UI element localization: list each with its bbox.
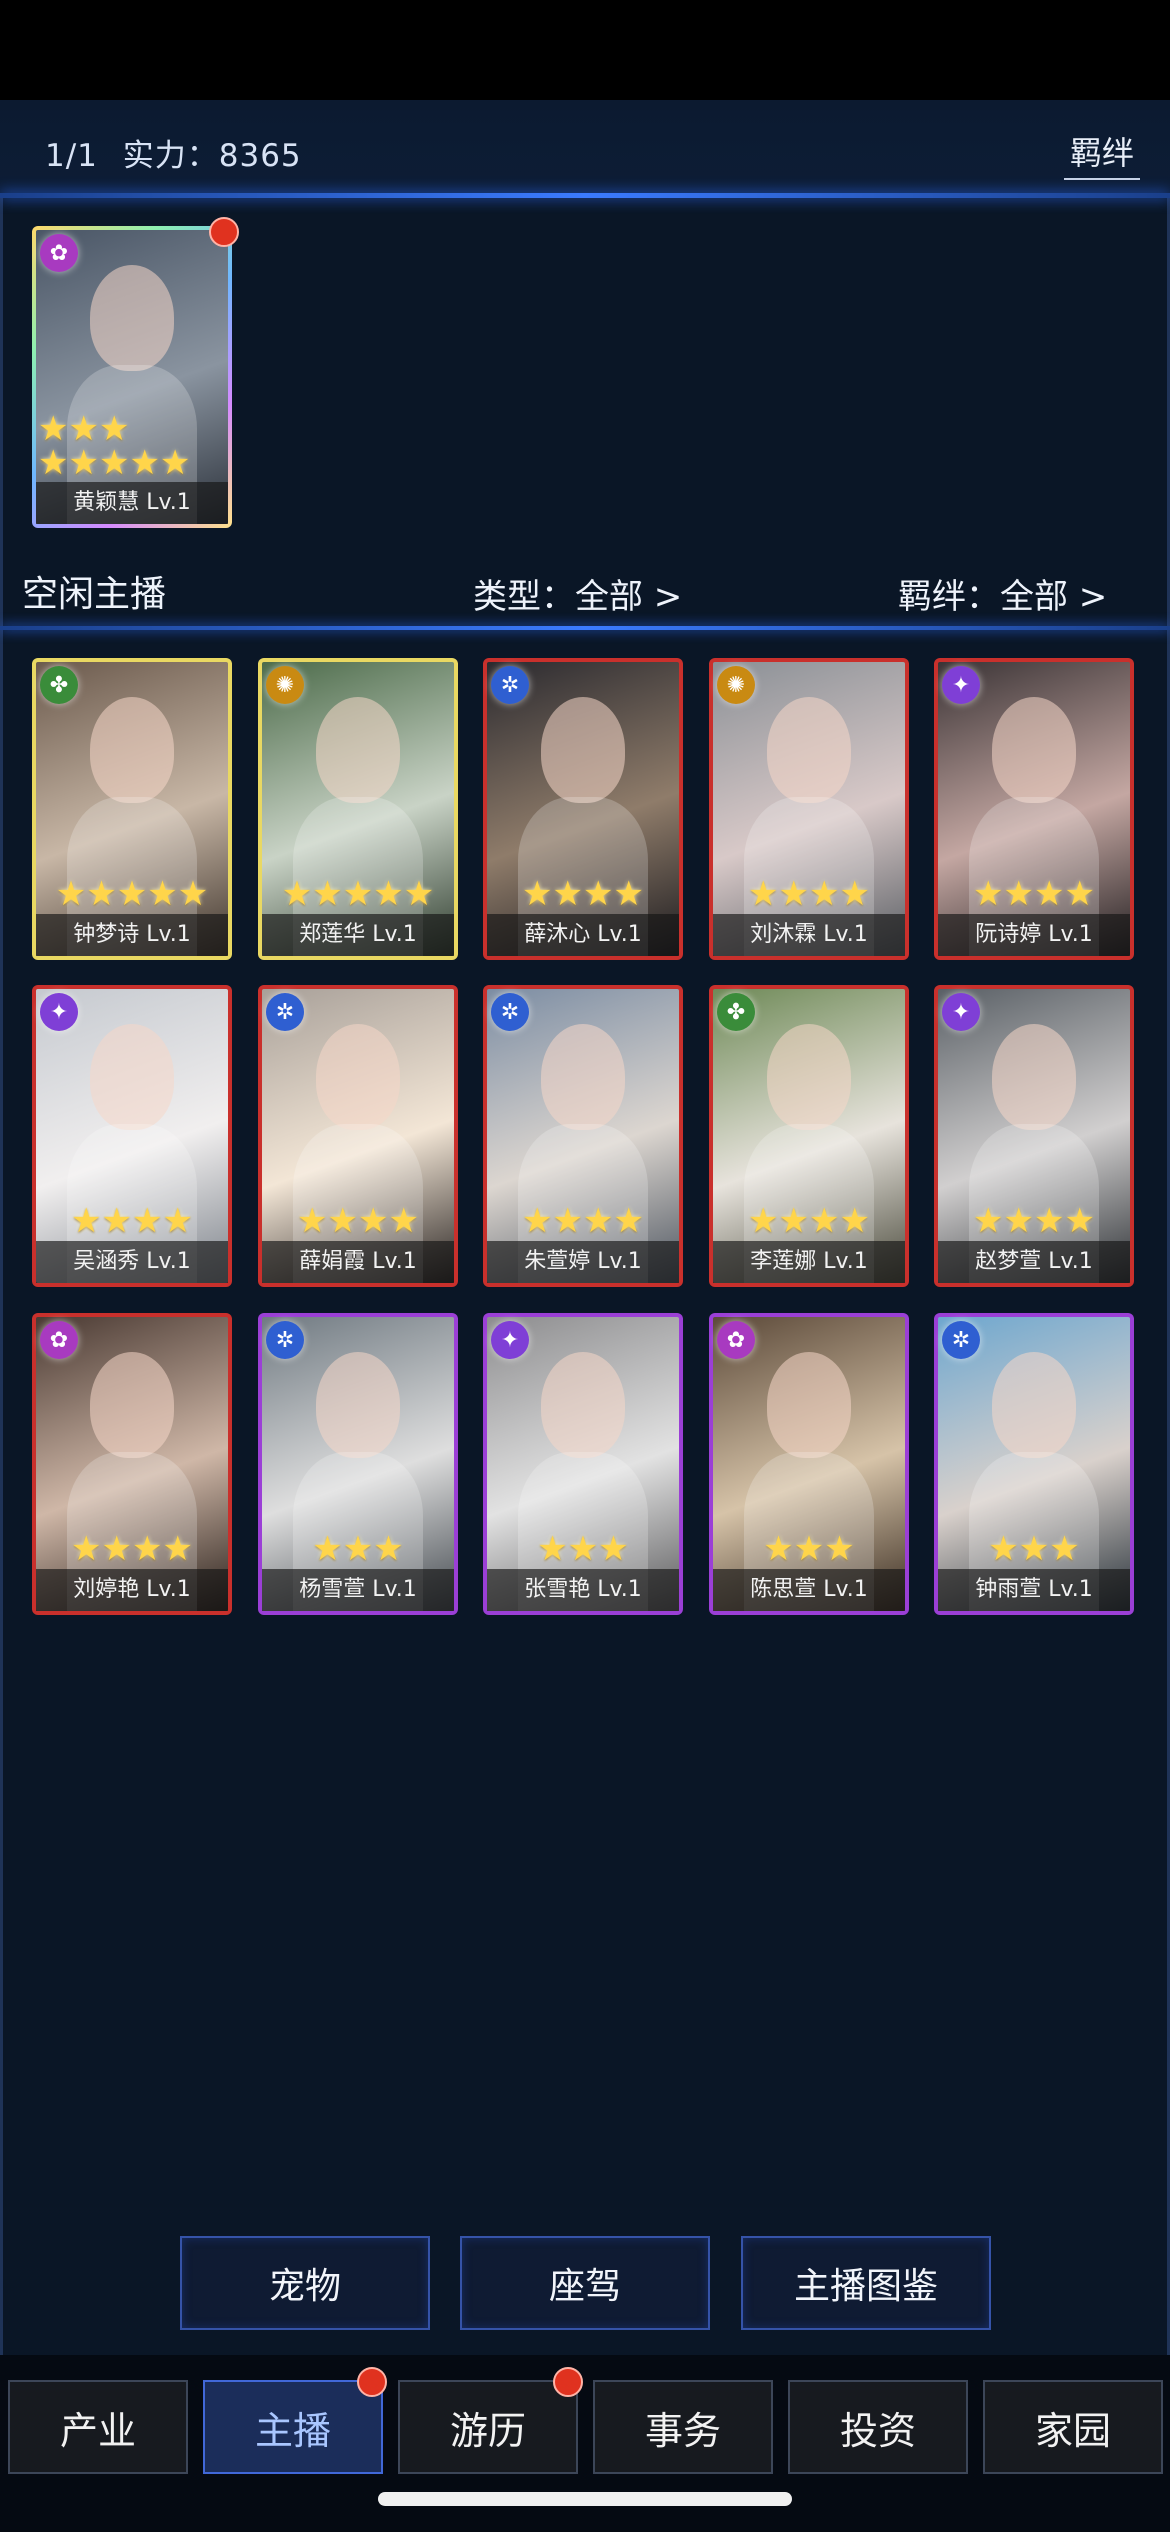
home-indicator — [378, 2492, 792, 2506]
blue-wave-icon: ✲ — [266, 1321, 304, 1359]
host-card[interactable]: ✦ ★★★★ 吴涵秀 Lv.1 — [32, 985, 232, 1287]
blue-wave-icon: ✲ — [491, 993, 529, 1031]
host-name: 朱萱婷 Lv.1 — [487, 1241, 679, 1283]
nav-host[interactable]: 主播 — [203, 2380, 383, 2474]
star-rating: ★★★ — [988, 1529, 1080, 1569]
star-rating: ★★★★ — [522, 1201, 644, 1241]
notification-dot — [209, 217, 239, 247]
gold-sun-icon: ✺ — [266, 666, 304, 704]
host-card[interactable]: ✤ ★★★★ 李莲娜 Lv.1 — [709, 985, 909, 1287]
page-indicator: 1/1 — [45, 138, 98, 174]
host-card[interactable]: ✤ ★★★★★ 钟梦诗 Lv.1 — [32, 658, 232, 960]
nav-travel-badge — [553, 2367, 583, 2397]
host-name: 李莲娜 Lv.1 — [713, 1241, 905, 1283]
nav-invest[interactable]: 投资 — [788, 2380, 968, 2474]
host-name: 刘婷艳 Lv.1 — [36, 1569, 228, 1611]
host-name: 钟梦诗 Lv.1 — [36, 914, 228, 956]
star-rating: ★★★★ — [71, 1201, 193, 1241]
purple-rose-icon: ✿ — [717, 1321, 755, 1359]
host-card[interactable]: ✲ ★★★★ 薛娟霞 Lv.1 — [258, 985, 458, 1287]
host-name: 薛娟霞 Lv.1 — [262, 1241, 454, 1283]
host-card[interactable]: ✲ ★★★ 杨雪萱 Lv.1 — [258, 1313, 458, 1615]
catalog-button[interactable]: 主播图鉴 — [741, 2236, 991, 2330]
type-filter[interactable]: 类型：全部 > — [473, 569, 682, 618]
host-name: 吴涵秀 Lv.1 — [36, 1241, 228, 1283]
blue-wave-icon: ✲ — [266, 993, 304, 1031]
host-name: 薛沐心 Lv.1 — [487, 914, 679, 956]
header-bar: 1/1 实力：8365 羁绊 — [0, 100, 1170, 198]
purple-star-icon: ✦ — [942, 666, 980, 704]
active-host-card[interactable]: ✿ ★★★ ★★★★★ 黄颖慧 Lv.1 — [32, 226, 232, 528]
star-rating: ★★★★ — [973, 1201, 1095, 1241]
host-card[interactable]: ✦ ★★★★ 阮诗婷 Lv.1 — [934, 658, 1134, 960]
host-card[interactable]: ✲ ★★★ 钟雨萱 Lv.1 — [934, 1313, 1134, 1615]
idle-title: 空闲主播 — [22, 574, 167, 615]
host-name: 黄颖慧 Lv.1 — [36, 482, 228, 524]
star-rating: ★★★ ★★★★★ — [38, 409, 191, 483]
host-card[interactable]: ✦ ★★★★ 赵梦萱 Lv.1 — [934, 985, 1134, 1287]
host-name: 阮诗婷 Lv.1 — [938, 914, 1130, 956]
star-rating: ★★★★★ — [55, 874, 209, 914]
host-card[interactable]: ✲ ★★★★ 朱萱婷 Lv.1 — [483, 985, 683, 1287]
host-name: 杨雪萱 Lv.1 — [262, 1569, 454, 1611]
host-name: 郑莲华 Lv.1 — [262, 914, 454, 956]
star-rating: ★★★ — [312, 1529, 404, 1569]
star-rating: ★★★★ — [748, 874, 870, 914]
star-rating: ★★★★ — [748, 1201, 870, 1241]
green-leaf-icon: ✤ — [40, 666, 78, 704]
host-name: 陈思萱 Lv.1 — [713, 1569, 905, 1611]
nav-affairs[interactable]: 事务 — [593, 2380, 773, 2474]
green-leaf-icon: ✤ — [717, 993, 755, 1031]
star-rating: ★★★ — [537, 1529, 629, 1569]
power-value: 实力：8365 — [122, 138, 302, 174]
host-name: 刘沐霖 Lv.1 — [713, 914, 905, 956]
gold-sun-icon: ✺ — [717, 666, 755, 704]
host-name: 赵梦萱 Lv.1 — [938, 1241, 1130, 1283]
pet-button[interactable]: 宠物 — [180, 2236, 430, 2330]
host-card[interactable]: ✺ ★★★★★ 郑莲华 Lv.1 — [258, 658, 458, 960]
nav-travel[interactable]: 游历 — [398, 2380, 578, 2474]
host-card[interactable]: ✦ ★★★ 张雪艳 Lv.1 — [483, 1313, 683, 1615]
purple-star-icon: ✦ — [491, 1321, 529, 1359]
purple-rose-icon: ✿ — [40, 1321, 78, 1359]
nav-host-badge — [357, 2367, 387, 2397]
host-card[interactable]: ✲ ★★★★ 薛沐心 Lv.1 — [483, 658, 683, 960]
header-info: 1/1 实力：8365 — [45, 130, 316, 175]
star-rating: ★★★★ — [522, 874, 644, 914]
vehicle-button[interactable]: 座驾 — [460, 2236, 710, 2330]
purple-star-icon: ✦ — [942, 993, 980, 1031]
star-rating: ★★★ — [763, 1529, 855, 1569]
blue-wave-icon: ✲ — [491, 666, 529, 704]
host-card[interactable]: ✺ ★★★★ 刘沐霖 Lv.1 — [709, 658, 909, 960]
purple-rose-icon: ✿ — [40, 234, 78, 272]
nav-home[interactable]: 家园 — [983, 2380, 1163, 2474]
host-name: 钟雨萱 Lv.1 — [938, 1569, 1130, 1611]
bond-filter[interactable]: 羁绊：全部 > — [898, 569, 1107, 618]
star-rating: ★★★★★ — [281, 874, 435, 914]
star-rating: ★★★★ — [973, 874, 1095, 914]
host-name: 张雪艳 Lv.1 — [487, 1569, 679, 1611]
host-card[interactable]: ✿ ★★★★ 刘婷艳 Lv.1 — [32, 1313, 232, 1615]
idle-section-header: 空闲主播 类型：全部 > 羁绊：全部 > — [0, 555, 1170, 630]
purple-star-icon: ✦ — [40, 993, 78, 1031]
star-rating: ★★★★ — [71, 1529, 193, 1569]
host-card[interactable]: ✿ ★★★ 陈思萱 Lv.1 — [709, 1313, 909, 1615]
nav-industry[interactable]: 产业 — [8, 2380, 188, 2474]
bond-link[interactable]: 羁绊 — [1063, 128, 1140, 180]
status-bar — [0, 0, 1170, 100]
blue-wave-icon: ✲ — [942, 1321, 980, 1359]
star-rating: ★★★★ — [297, 1201, 419, 1241]
